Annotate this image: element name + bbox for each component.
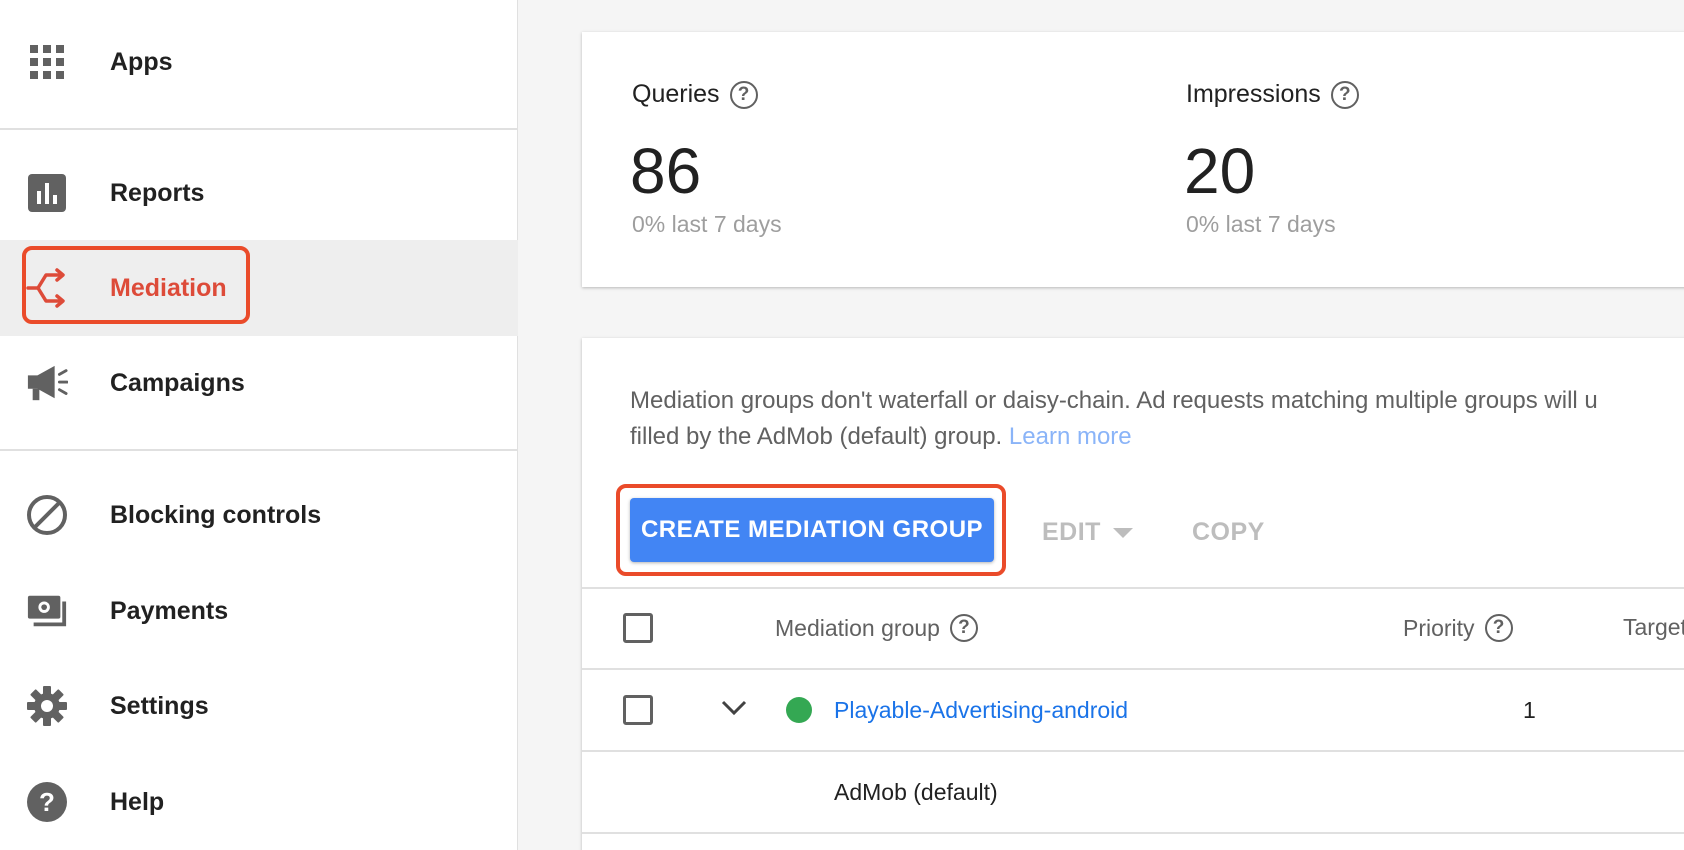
- table-divider: [582, 668, 1684, 670]
- sidebar-item-label: Settings: [110, 691, 209, 720]
- queries-value: 86: [630, 135, 702, 207]
- sidebar-item-settings[interactable]: Settings: [0, 670, 518, 742]
- queries-change: 0% last 7 days: [632, 211, 782, 237]
- svg-text:?: ?: [39, 787, 55, 817]
- queries-label-text: Queries: [632, 80, 720, 108]
- table-divider: [582, 832, 1684, 834]
- sidebar-item-label: Blocking controls: [110, 500, 322, 529]
- edit-button-label: EDIT: [1042, 518, 1101, 546]
- payments-icon: [26, 590, 68, 632]
- select-all-checkbox[interactable]: [623, 613, 653, 643]
- block-icon: [26, 494, 68, 536]
- sidebar-item-help[interactable]: ? Help: [0, 766, 518, 838]
- queries-label: Queries ?: [632, 80, 758, 109]
- mediation-group-header-text: Mediation group: [775, 614, 940, 641]
- priority-header: Priority ?: [1403, 614, 1513, 642]
- status-active-dot: [786, 697, 812, 723]
- sidebar-item-label: Apps: [110, 47, 173, 76]
- create-button-highlight-box: [616, 484, 1006, 576]
- caret-down-icon: [1112, 527, 1133, 538]
- edit-button[interactable]: EDIT: [1042, 518, 1133, 547]
- bar-chart-icon: [26, 172, 68, 214]
- description-line-2-text: filled by the AdMob (default) group.: [630, 423, 1003, 450]
- help-icon: ?: [26, 781, 68, 823]
- mediation-group-name: AdMob (default): [834, 779, 998, 805]
- help-circle-icon[interactable]: ?: [949, 614, 978, 642]
- chevron-down-icon[interactable]: [720, 698, 748, 723]
- impressions-label: Impressions ?: [1186, 80, 1359, 109]
- help-circle-icon[interactable]: ?: [729, 80, 758, 109]
- impressions-label-text: Impressions: [1186, 80, 1321, 108]
- sidebar-item-campaigns[interactable]: Campaigns: [0, 347, 518, 419]
- mediation-group-header: Mediation group ?: [775, 614, 978, 642]
- impressions-value: 20: [1184, 135, 1256, 207]
- sidebar-item-reports[interactable]: Reports: [0, 157, 518, 229]
- sidebar-item-label: Reports: [110, 178, 205, 207]
- sidebar-divider: [0, 449, 518, 451]
- sidebar: Apps Reports Mediation Campaigns Blockin…: [0, 0, 518, 850]
- impressions-change: 0% last 7 days: [1186, 211, 1336, 237]
- table-divider: [582, 587, 1684, 589]
- copy-button[interactable]: COPY: [1192, 518, 1265, 547]
- sidebar-divider: [0, 128, 518, 130]
- help-circle-icon[interactable]: ?: [1330, 80, 1359, 109]
- apps-grid-icon: [26, 41, 68, 83]
- priority-value: 1: [1523, 697, 1536, 723]
- targeting-header: Target: [1623, 614, 1684, 640]
- priority-header-text: Priority: [1403, 614, 1475, 641]
- mediation-description: Mediation groups don't waterfall or dais…: [630, 383, 1680, 455]
- sidebar-item-blocking-controls[interactable]: Blocking controls: [0, 479, 518, 551]
- sidebar-item-apps[interactable]: Apps: [0, 26, 518, 98]
- mediation-highlight-box: [22, 246, 250, 324]
- table-divider: [582, 750, 1684, 752]
- sidebar-item-payments[interactable]: Payments: [0, 575, 518, 647]
- description-line-2: filled by the AdMob (default) group. Lea…: [630, 419, 1680, 455]
- megaphone-icon: [26, 362, 68, 404]
- sidebar-item-label: Help: [110, 787, 165, 816]
- row-checkbox[interactable]: [623, 695, 653, 725]
- learn-more-link[interactable]: Learn more: [1009, 423, 1132, 450]
- sidebar-item-label: Campaigns: [110, 368, 245, 397]
- mediation-group-link[interactable]: Playable-Advertising-android: [834, 697, 1128, 724]
- stats-card: [582, 32, 1684, 287]
- sidebar-item-label: Payments: [110, 596, 229, 625]
- description-line-1: Mediation groups don't waterfall or dais…: [630, 387, 1598, 414]
- help-circle-icon[interactable]: ?: [1484, 614, 1513, 642]
- gear-icon: [26, 685, 68, 727]
